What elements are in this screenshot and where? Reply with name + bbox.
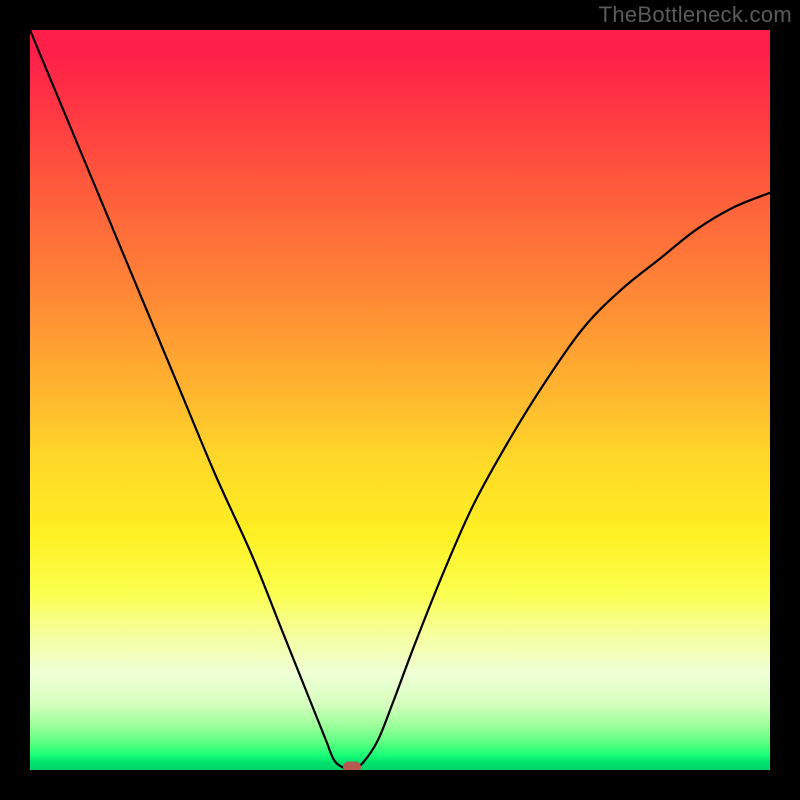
plot-area xyxy=(30,30,770,770)
chart-frame: TheBottleneck.com xyxy=(0,0,800,800)
minimum-marker xyxy=(343,762,361,771)
watermark-text: TheBottleneck.com xyxy=(599,2,792,28)
bottleneck-curve xyxy=(30,30,770,770)
